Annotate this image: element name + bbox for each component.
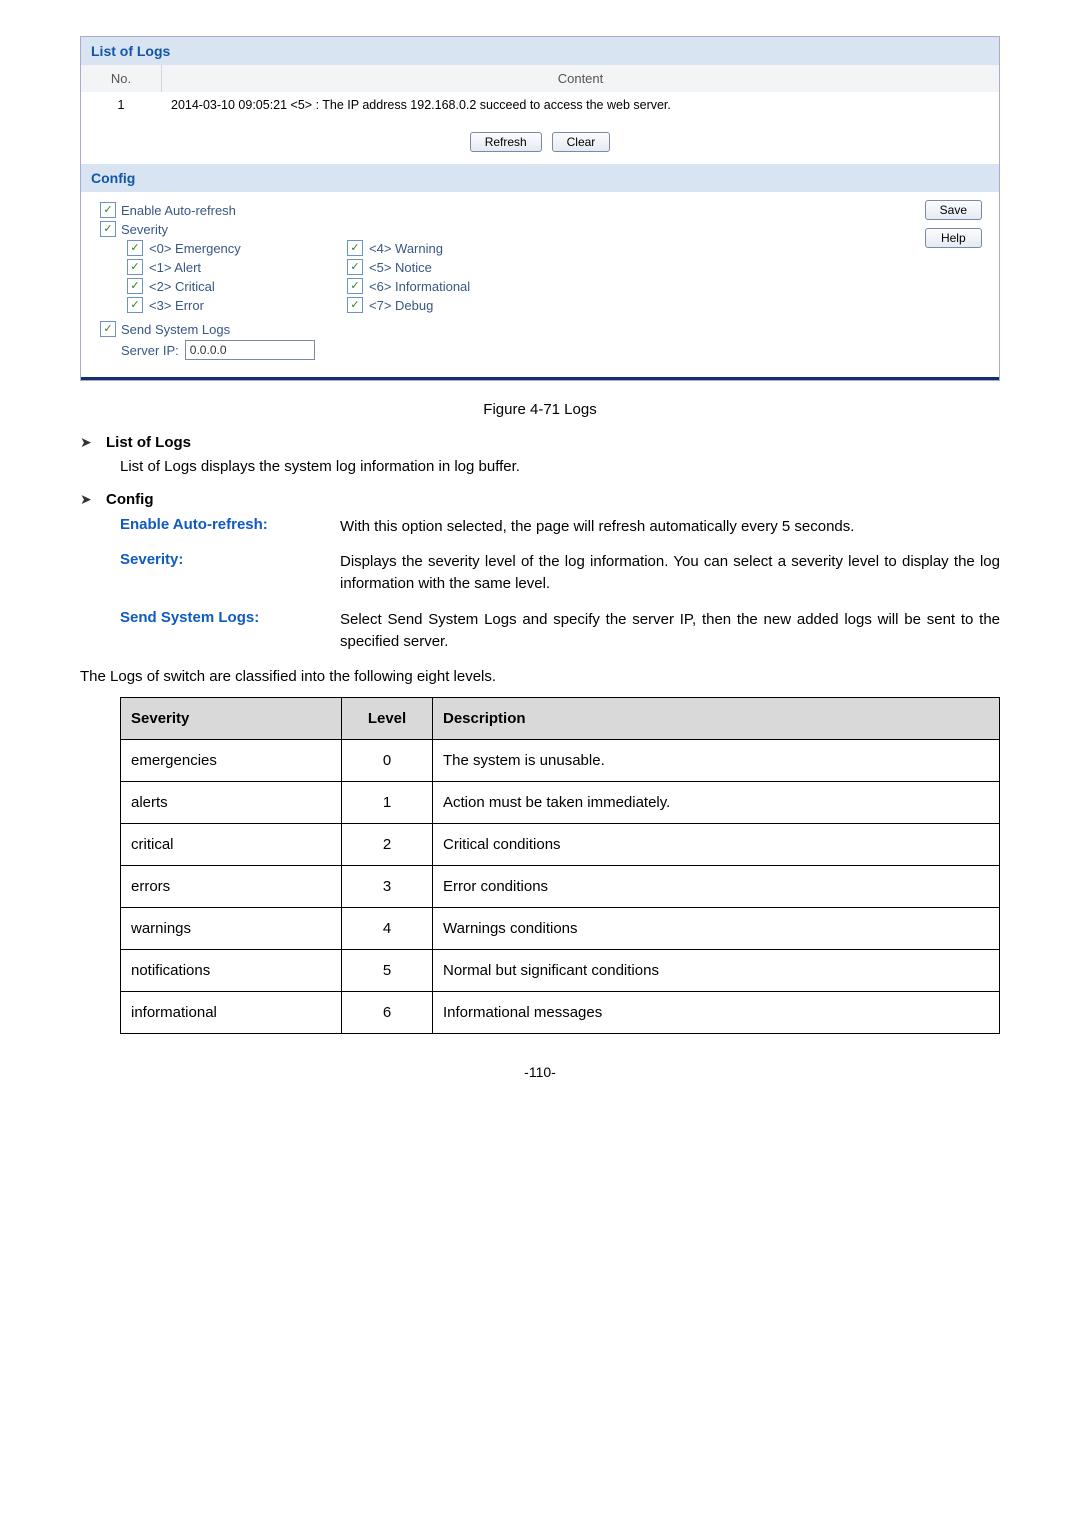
server-ip-input[interactable] [185, 340, 315, 360]
send-system-logs-label: Send System Logs [121, 322, 230, 337]
config-right-buttons: Save Help [922, 200, 985, 248]
cell-description: Error conditions [433, 866, 1000, 908]
term-severity: Severity: [120, 551, 340, 595]
log-row-content: 2014-03-10 09:05:21 <5> : The IP address… [161, 92, 999, 118]
sev-1-checkbox[interactable]: ✓ [127, 259, 143, 275]
table-row: informational 6 Informational messages [121, 992, 1000, 1034]
save-button[interactable]: Save [925, 200, 982, 220]
cell-severity: errors [121, 866, 342, 908]
bullet-arrow-icon: ➤ [80, 434, 106, 451]
enable-auto-refresh-label: Enable Auto-refresh [121, 203, 236, 218]
sev-2-label: <2> Critical [149, 279, 215, 294]
cell-description: Normal but significant conditions [433, 950, 1000, 992]
term-enable-auto-refresh: Enable Auto-refresh: [120, 516, 340, 538]
col-no: No. [81, 65, 162, 92]
lead-in-text: The Logs of switch are classified into t… [80, 668, 1000, 685]
th-level: Level [342, 698, 433, 740]
send-system-logs-checkbox[interactable]: ✓ [100, 321, 116, 337]
cell-description: Action must be taken immediately. [433, 782, 1000, 824]
col-content: Content [162, 65, 999, 92]
refresh-button[interactable]: Refresh [470, 132, 542, 152]
sev-4-checkbox[interactable]: ✓ [347, 240, 363, 256]
cell-severity: emergencies [121, 740, 342, 782]
th-severity: Severity [121, 698, 342, 740]
bullet-list-of-logs: ➤ List of Logs [80, 434, 1000, 451]
severity-table-header: Severity Level Description [121, 698, 1000, 740]
cell-level: 5 [342, 950, 433, 992]
term-send-system-logs: Send System Logs: [120, 609, 340, 653]
sev-0-checkbox[interactable]: ✓ [127, 240, 143, 256]
sev-6-checkbox[interactable]: ✓ [347, 278, 363, 294]
sev-7-label: <7> Debug [369, 298, 433, 313]
enable-auto-refresh-checkbox[interactable]: ✓ [100, 202, 116, 218]
sev-5-checkbox[interactable]: ✓ [347, 259, 363, 275]
bullet-list-of-logs-label: List of Logs [106, 434, 191, 451]
list-of-logs-text: List of Logs displays the system log inf… [120, 457, 1000, 477]
bullet-config-label: Config [106, 491, 153, 508]
sev-3-label: <3> Error [149, 298, 204, 313]
log-buttons: Refresh Clear [81, 118, 999, 164]
logs-panel: List of Logs No. Content 1 2014-03-10 09… [80, 36, 1000, 381]
cell-description: The system is unusable. [433, 740, 1000, 782]
cell-severity: informational [121, 992, 342, 1034]
cell-level: 3 [342, 866, 433, 908]
table-row: alerts 1 Action must be taken immediatel… [121, 782, 1000, 824]
severity-label: Severity [121, 222, 168, 237]
bullet-arrow-icon: ➤ [80, 491, 106, 508]
sev-0-label: <0> Emergency [149, 241, 241, 256]
table-row: critical 2 Critical conditions [121, 824, 1000, 866]
desc-severity: Displays the severity level of the log i… [340, 551, 1000, 595]
sev-7-checkbox[interactable]: ✓ [347, 297, 363, 313]
list-of-logs-header: List of Logs [81, 37, 999, 65]
log-row-no: 1 [81, 92, 161, 118]
severity-checkbox[interactable]: ✓ [100, 221, 116, 237]
cell-severity: alerts [121, 782, 342, 824]
def-send-system-logs: Send System Logs: Select Send System Log… [120, 609, 1000, 653]
server-ip-label: Server IP: [121, 343, 179, 358]
desc-enable-auto-refresh: With this option selected, the page will… [340, 516, 1000, 538]
sev-6-label: <6> Informational [369, 279, 470, 294]
page-number: -110- [80, 1064, 1000, 1080]
cell-severity: warnings [121, 908, 342, 950]
cell-level: 4 [342, 908, 433, 950]
def-severity: Severity: Displays the severity level of… [120, 551, 1000, 595]
table-row: notifications 5 Normal but significant c… [121, 950, 1000, 992]
table-row: emergencies 0 The system is unusable. [121, 740, 1000, 782]
config-header: Config [81, 164, 999, 192]
config-body: Save Help ✓ Enable Auto-refresh ✓ Severi… [81, 192, 999, 380]
figure-caption: Figure 4-71 Logs [80, 401, 1000, 418]
sev-3-checkbox[interactable]: ✓ [127, 297, 143, 313]
th-description: Description [433, 698, 1000, 740]
log-row: 1 2014-03-10 09:05:21 <5> : The IP addre… [81, 92, 999, 118]
severity-table: Severity Level Description emergencies 0… [120, 697, 1000, 1034]
table-row: errors 3 Error conditions [121, 866, 1000, 908]
cell-level: 0 [342, 740, 433, 782]
cell-description: Warnings conditions [433, 908, 1000, 950]
bullet-config: ➤ Config [80, 491, 1000, 508]
desc-send-system-logs: Select Send System Logs and specify the … [340, 609, 1000, 653]
sev-1-label: <1> Alert [149, 260, 201, 275]
cell-level: 2 [342, 824, 433, 866]
cell-description: Critical conditions [433, 824, 1000, 866]
cell-severity: critical [121, 824, 342, 866]
cell-level: 1 [342, 782, 433, 824]
table-row: warnings 4 Warnings conditions [121, 908, 1000, 950]
log-table-header: No. Content [81, 65, 999, 92]
cell-severity: notifications [121, 950, 342, 992]
clear-button[interactable]: Clear [552, 132, 611, 152]
sev-4-label: <4> Warning [369, 241, 443, 256]
def-enable-auto-refresh: Enable Auto-refresh: With this option se… [120, 516, 1000, 538]
sev-5-label: <5> Notice [369, 260, 432, 275]
sev-2-checkbox[interactable]: ✓ [127, 278, 143, 294]
cell-level: 6 [342, 992, 433, 1034]
help-button[interactable]: Help [925, 228, 982, 248]
cell-description: Informational messages [433, 992, 1000, 1034]
